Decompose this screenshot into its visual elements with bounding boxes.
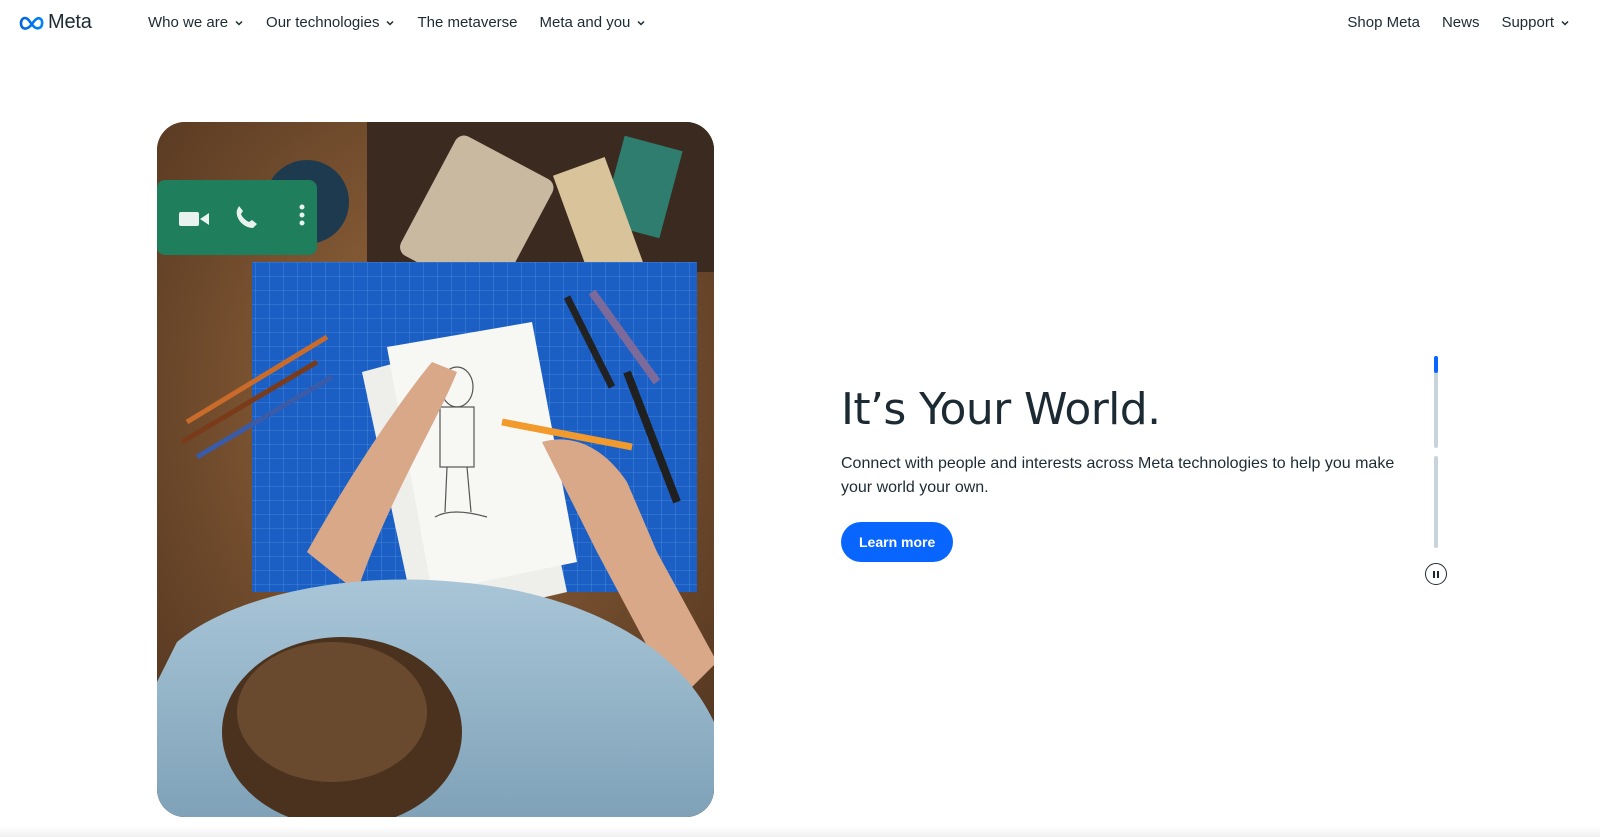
primary-nav: Who we are Our technologies The metavers… [148,14,668,31]
learn-more-button[interactable]: Learn more [841,522,954,562]
nav-item-label: Who we are [148,14,229,31]
pause-icon [1433,570,1435,578]
chevron-down-icon [386,20,394,26]
hero-description: Connect with people and interests across… [841,455,1395,496]
nav-item-label: Our technologies [266,14,380,31]
bottom-fade [0,826,1600,837]
nav-item-meta-and-you[interactable]: Meta and you [540,14,647,31]
nav-item-label: The metaverse [417,14,518,31]
carousel-progress-fill [1434,356,1438,373]
hero-image [157,122,714,817]
nav-item-news[interactable]: News [1442,14,1480,31]
more-options-icon [299,204,305,226]
meta-logo[interactable]: Meta [19,11,92,34]
nav-item-label: News [1441,14,1480,31]
pause-button[interactable] [1425,563,1447,585]
top-navigation: Meta Who we are Our technologies The met… [0,0,1600,46]
desk-scene-illustration [157,122,714,817]
chevron-down-icon [637,20,645,26]
nav-item-who-we-are[interactable]: Who we are [148,14,244,31]
hero-headline: It’s Your World. [841,384,1161,435]
hero-content: It’s Your World. Connect with people and… [841,384,1401,562]
nav-item-shop-meta[interactable]: Shop Meta [1347,14,1420,31]
nav-item-our-technologies[interactable]: Our technologies [266,14,395,31]
nav-item-the-metaverse[interactable]: The metaverse [417,14,517,31]
nav-item-label: Shop Meta [1347,14,1420,31]
carousel-slide-2-indicator[interactable] [1434,456,1438,548]
secondary-nav: Shop Meta News Support [1325,14,1570,31]
nav-item-support[interactable]: Support [1501,14,1570,31]
chevron-down-icon [1561,20,1569,26]
nav-item-label: Meta and you [539,14,631,31]
meta-infinity-icon [19,16,44,30]
nav-item-label: Support [1501,14,1554,31]
chevron-down-icon [235,20,243,26]
logo-wordmark: Meta [48,11,92,33]
carousel-slide-1-indicator[interactable] [1434,356,1438,448]
